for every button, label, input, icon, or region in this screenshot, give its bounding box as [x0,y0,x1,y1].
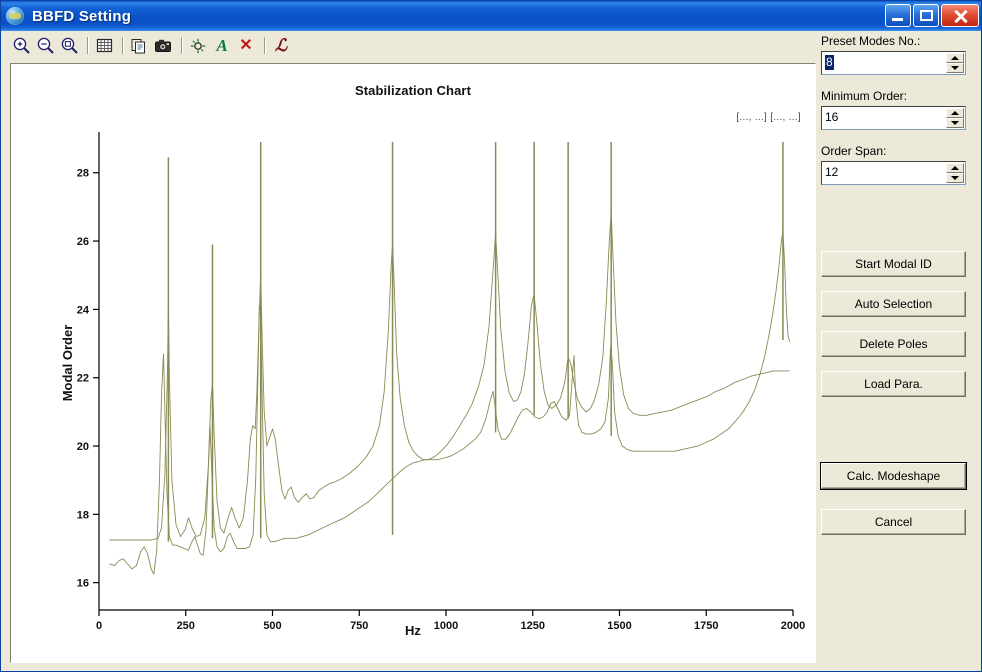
minimize-button[interactable] [885,4,911,27]
y-tick-label: 18 [77,509,89,521]
order-span-stepper[interactable]: 12 [821,161,966,185]
minimize-icon [892,18,903,21]
start-modal-id-button[interactable]: Start Modal ID [821,251,966,277]
maximize-button[interactable] [913,4,939,27]
toolbar-separator-1 [87,37,88,54]
text-annotation-icon[interactable]: A [211,35,233,56]
window-title: BBFD Setting [32,7,132,25]
x-tick-label: 1000 [434,620,458,632]
delete-poles-button[interactable]: Delete Poles [821,331,966,357]
preset-modes-input[interactable] [821,51,966,75]
preset-modes-spin-up-icon[interactable] [946,53,964,63]
stabilization-plot: 16 18 20 22 24 26 28 0 250 500 750 1000 1250 1500 1750… [77,132,805,632]
y-tick-label: 28 [77,168,89,180]
order-span-spin-buttons [946,163,964,183]
close-button[interactable] [941,4,979,27]
minimum-order-label: Minimum Order: [821,89,908,103]
y-tick-label: 16 [77,578,89,590]
order-span-input[interactable] [821,161,966,185]
minimum-order-spin-down-icon[interactable] [946,118,964,128]
preset-modes-value: 8 [825,55,834,70]
text-annotation-glyph: A [216,36,228,55]
preset-modes-spin-buttons [946,53,964,73]
grid-icon[interactable] [93,35,115,56]
button-gap-3 [821,357,978,371]
curve-fit-glyph: ℒ [274,36,288,55]
curve-fit-icon[interactable]: ℒ [270,35,292,56]
series-line [109,211,790,541]
order-span-spin-up-icon[interactable] [946,163,964,173]
auto-selection-button[interactable]: Auto Selection [821,291,966,317]
y-tick-label: 26 [77,236,89,248]
button-gap-1 [821,277,978,291]
panel-spacer [821,199,978,251]
y-tick-label: 20 [77,441,89,453]
calc-modeshape-button[interactable]: Calc. Modeshape [820,462,967,490]
minimum-order-stepper[interactable]: 16 [821,106,966,130]
x-tick-label: 1250 [521,620,545,632]
cancel-button[interactable]: Cancel [821,509,966,535]
x-tick-label: 1750 [694,620,718,632]
camera-icon[interactable] [152,35,174,56]
order-span-value: 12 [825,165,839,179]
y-tick-label: 22 [77,373,89,385]
toolbar-separator-3 [181,37,182,54]
x-tick-label: 750 [350,620,368,632]
toolbar-separator-2 [122,37,123,54]
x-tick-label: 500 [263,620,281,632]
settings-side-panel: Preset Modes No.: 8 Minimum Order: 16 Or… [820,34,978,670]
zoom-fit-icon[interactable] [58,35,80,56]
preset-modes-spin-down-icon[interactable] [946,63,964,73]
zoom-out-icon[interactable] [34,35,56,56]
x-tick-label: 1500 [607,620,631,632]
button-gap-2 [821,317,978,331]
y-tick-label: 24 [77,304,90,316]
copy-icon[interactable] [128,35,150,56]
window-titlebar[interactable]: BBFD Setting [1,1,981,31]
minimum-order-spin-up-icon[interactable] [946,108,964,118]
minimum-order-value: 16 [825,110,839,124]
x-tick-label: 2000 [781,620,805,632]
delete-glyph: ✕ [239,36,253,54]
stabilization-chart-panel[interactable]: Stabilization Chart [..., ...] [..., ...… [10,63,816,663]
delete-icon[interactable]: ✕ [235,35,257,56]
x-tick-label: 0 [96,620,102,632]
minimum-order-input[interactable] [821,106,966,130]
maximize-icon [920,10,933,21]
load-para-button[interactable]: Load Para. [821,371,966,397]
bbfd-setting-window: BBFD Setting A ✕ ℒ Stabilization Chart [… [0,0,982,672]
cursor-marker-icon[interactable] [187,35,209,56]
minimum-order-spin-buttons [946,108,964,128]
preset-modes-label: Preset Modes No.: [821,34,921,48]
app-globe-icon [6,7,24,25]
window-controls [885,4,979,27]
toolbar-separator-4 [264,37,265,54]
order-span-label: Order Span: [821,144,887,158]
series-line [109,230,791,575]
zoom-in-icon[interactable] [10,35,32,56]
button-gap-5 [821,489,978,509]
button-gap-4 [821,397,978,463]
order-span-spin-down-icon[interactable] [946,173,964,183]
x-tick-label: 250 [177,620,195,632]
preset-modes-stepper[interactable]: 8 [821,51,966,75]
